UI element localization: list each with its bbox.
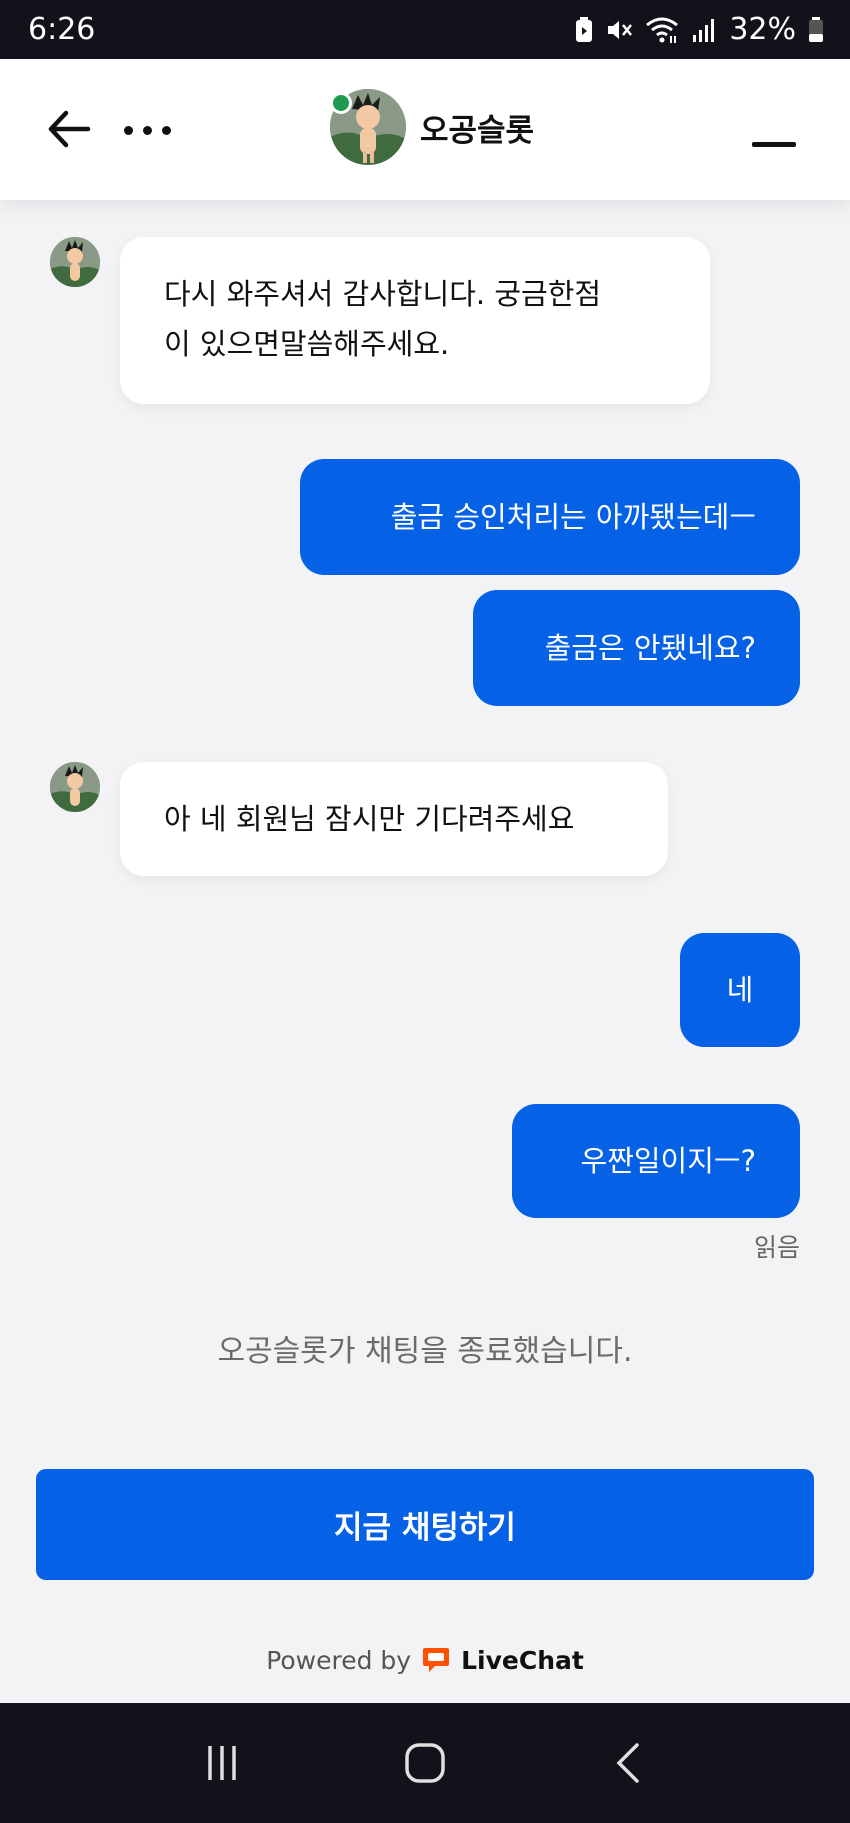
agent-name: 오공슬롯 [420,112,535,149]
online-status-dot [330,92,352,114]
system-nav-bar [0,1703,850,1823]
chat-header: 오공슬롯 [0,59,850,200]
agent-info: 오공슬롯 [330,89,534,165]
home-button[interactable] [395,1733,455,1793]
minimize-icon [752,142,796,147]
home-icon [405,1743,445,1783]
mute-icon [608,20,633,39]
back-button[interactable] [46,107,94,151]
message-bubble-user: 출금 승인처리는 아까됐는데ㅡ [300,459,800,575]
more-dots-icon [124,125,133,135]
recent-apps-button[interactable] [192,1733,252,1793]
agent-avatar-small [50,762,100,812]
message-text: 우짠일이지ㅡ? [580,1144,756,1178]
message-text: 아 네 회원님 잠시만 기다려주세요 [164,802,575,836]
back-nav-icon [616,1743,640,1783]
back-nav-button[interactable] [598,1733,658,1793]
livechat-logo-icon [423,1648,450,1672]
powered-by-footer[interactable]: Powered by LiveChat [0,1640,850,1680]
agent-avatar-small [50,237,100,287]
livechat-brand: LiveChat [461,1645,584,1675]
message-bubble-user: 네 [680,933,800,1047]
signal-icon [693,18,715,42]
message-bubble-agent: 아 네 회원님 잠시만 기다려주세요 [120,762,668,876]
message-text: 다시 와주셔서 감사합니다. 궁금한점 [164,277,602,311]
status-icons: 32% [575,12,824,47]
wifi-icon [646,17,679,43]
message-bubble-agent: 다시 와주셔서 감사합니다. 궁금한점 이 있으면말씀해주세요. [120,237,710,404]
message-bubble-user: 우짠일이지ㅡ? [512,1104,800,1218]
message-text: 네 [726,973,754,1007]
message-text: 출금 승인처리는 아까됐는데ㅡ [390,500,756,534]
powered-by-text: Powered by [266,1645,412,1675]
battery-saver-icon [576,16,593,42]
battery-icon [809,16,823,42]
chat-ended-notice: 오공슬롯가 채팅을 종료했습니다. [217,1334,633,1369]
chat-now-label: 지금 채팅하기 [334,1510,516,1546]
message-text: 출금은 안됐네요? [544,631,756,665]
minimize-button[interactable] [752,139,800,147]
message-text: 이 있으면말씀해주세요. [164,327,450,361]
status-time: 6:26 [28,12,96,47]
battery-percent: 32% [729,12,796,47]
recent-apps-icon [207,1746,236,1780]
chat-now-button[interactable]: 지금 채팅하기 [36,1469,814,1580]
arrow-left-icon [48,110,91,148]
more-options-button[interactable] [124,115,184,145]
status-bar: 6:26 32% [0,0,850,59]
read-status: 읽음 [753,1233,800,1262]
message-bubble-user: 출금은 안됐네요? [473,590,800,706]
